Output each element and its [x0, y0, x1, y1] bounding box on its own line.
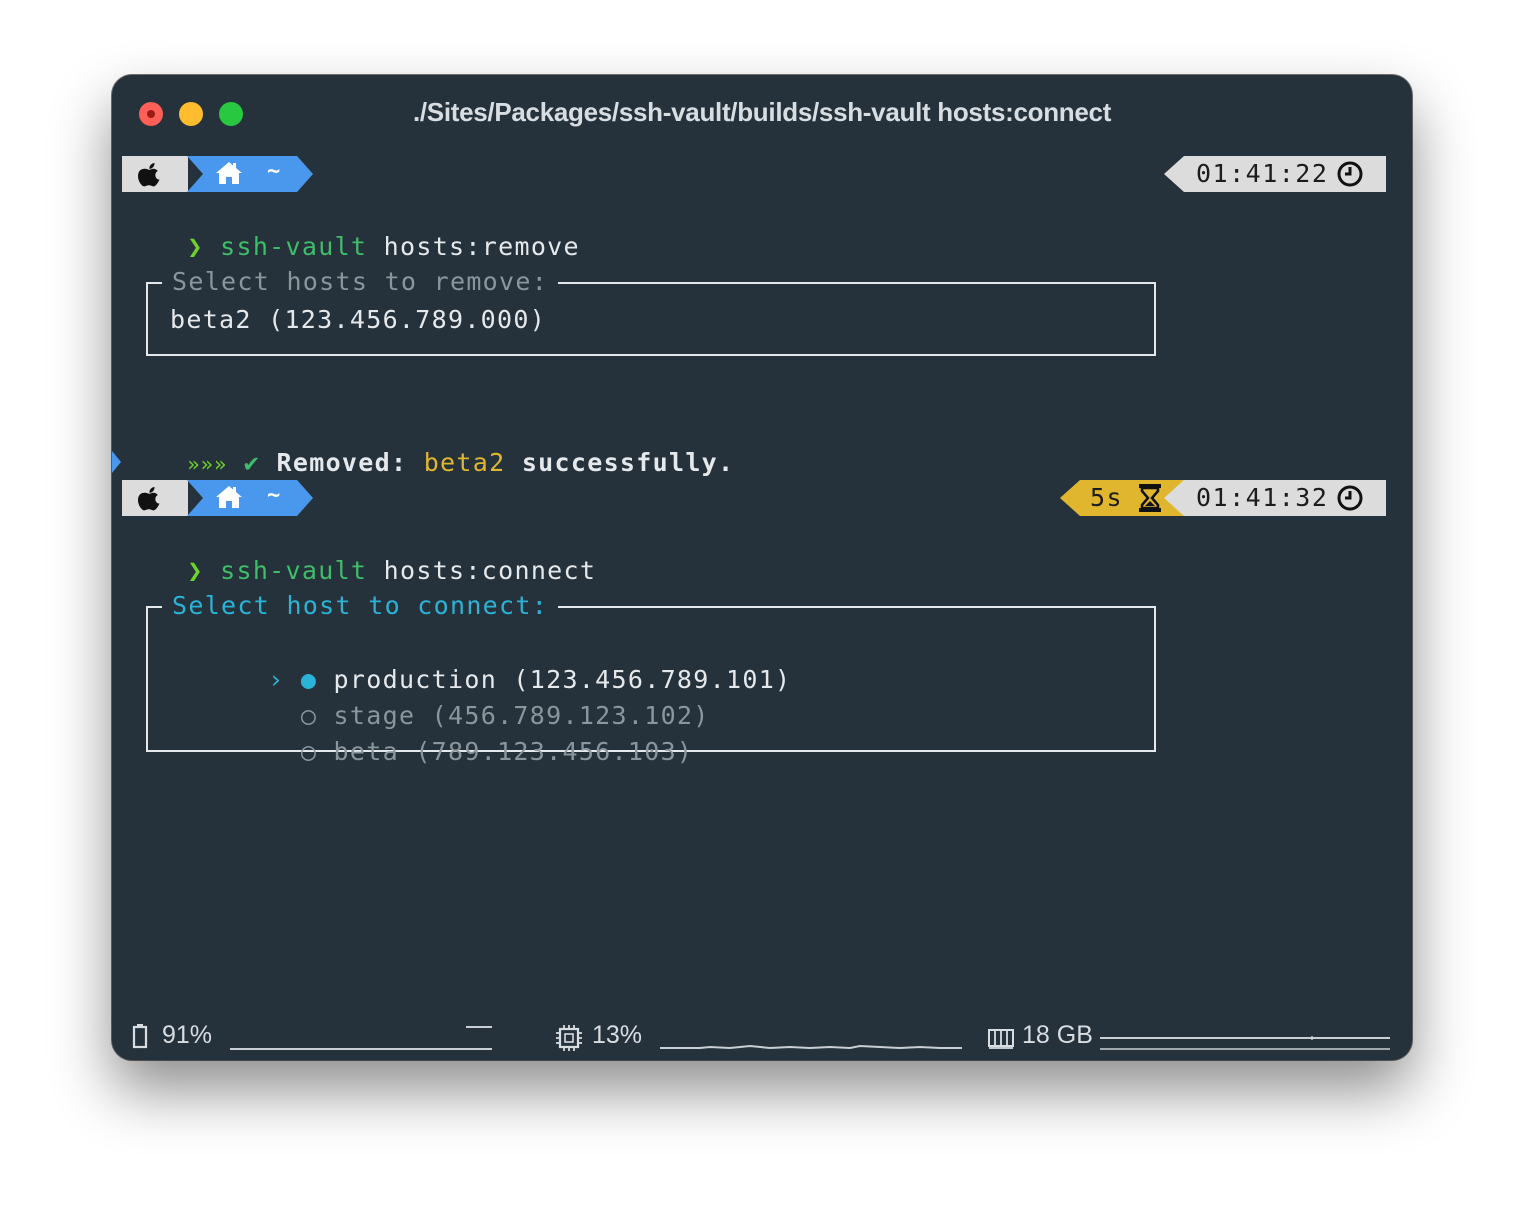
terminal-window: ./Sites/Packages/ssh-vault/builds/ssh-va…: [112, 75, 1412, 1060]
prompt-time: 01:41:32: [1196, 483, 1329, 512]
battery-sparkline: [230, 1026, 492, 1050]
result-label: Removed:: [276, 448, 408, 477]
apple-icon: [138, 487, 160, 511]
directory-segment: ~: [187, 156, 313, 192]
host-ip: (789.123.456.103): [415, 737, 694, 766]
command-name: ssh-vault: [220, 556, 368, 585]
memory-icon: [988, 1029, 1014, 1049]
prompt-char: ❯: [187, 556, 204, 585]
result-suffix: successfully.: [521, 448, 735, 477]
result-host: beta2: [423, 448, 506, 477]
os-segment: [122, 156, 188, 192]
command-duration: 5s: [1090, 483, 1124, 512]
prompt-time: 01:41:22: [1196, 159, 1329, 188]
connect-prompt-box: Select host to connect: › ● production (…: [146, 588, 1156, 766]
apple-icon: [138, 163, 160, 187]
prompt-bar-2: ~ 5s 01:41:32: [112, 480, 1412, 516]
cpu-usage: 13%: [592, 1021, 643, 1049]
time-segment: 01:41:32: [1164, 480, 1386, 516]
battery-icon: [132, 1024, 148, 1049]
cpu-icon: [556, 1025, 582, 1051]
battery-level: 91%: [162, 1021, 213, 1049]
home-path: ~: [267, 483, 281, 508]
remove-selection: beta2 (123.456.789.000): [170, 305, 547, 334]
prompt-char: ❯: [187, 232, 204, 261]
prompt-bar-1: ~ 01:41:22: [112, 156, 1412, 192]
home-icon: [216, 162, 242, 184]
cpu-sparkline: [660, 1044, 962, 1050]
window-title: ./Sites/Packages/ssh-vault/builds/ssh-va…: [412, 97, 1112, 127]
check-icon: ✔: [243, 448, 261, 477]
connect-prompt-label: Select host to connect:: [162, 588, 559, 624]
memory-used: 18 GB: [1022, 1021, 1093, 1049]
time-segment: 01:41:22: [1164, 156, 1386, 192]
host-option[interactable]: › ○ beta (789.123.456.103): [170, 698, 693, 806]
hourglass-icon: [1139, 484, 1161, 512]
command-name: ssh-vault: [220, 232, 368, 261]
home-path: ~: [267, 159, 281, 184]
clock-icon: [1337, 485, 1363, 511]
memory-sparkline: [1100, 1036, 1390, 1050]
directory-segment: ~: [187, 480, 313, 516]
remove-prompt-box: Select hosts to remove: beta2 (123.456.7…: [146, 264, 1156, 356]
command-args: hosts:remove: [383, 232, 580, 261]
host-name: beta: [333, 737, 399, 766]
clock-icon: [1337, 161, 1363, 187]
result-arrows: »»»: [187, 452, 228, 476]
segment-marker: [112, 451, 121, 473]
os-segment: [122, 480, 188, 516]
command-args: hosts:connect: [383, 556, 597, 585]
home-icon: [216, 486, 242, 508]
radio-unselected-icon: ○: [300, 737, 318, 766]
remove-prompt-label: Select hosts to remove:: [162, 264, 559, 300]
